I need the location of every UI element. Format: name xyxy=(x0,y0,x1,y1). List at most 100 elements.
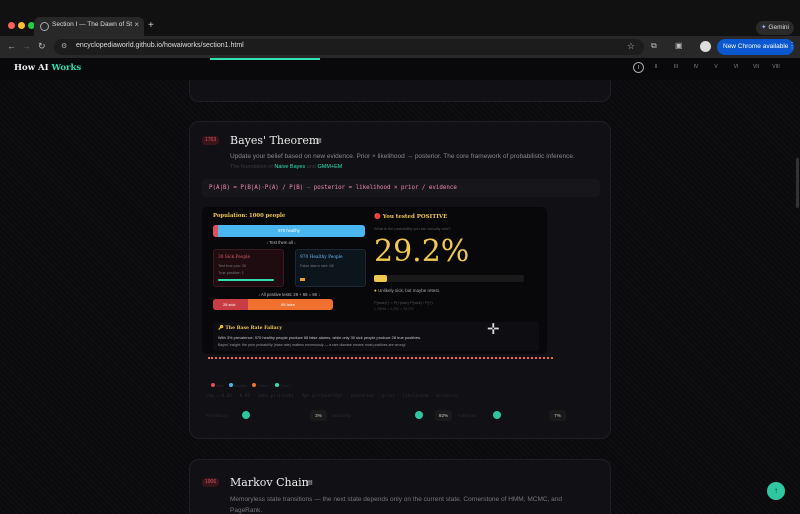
era-link-4[interactable]: IV xyxy=(688,62,704,73)
formula-bar: P(A|B) = P(B|A)·P(A) / P(B) — posterior … xyxy=(202,179,600,197)
fallacy-line-2: Bayes' insight: the prior probability (b… xyxy=(218,343,406,347)
positive-tests-bar: 28 sick 68 false xyxy=(213,299,333,310)
interactive-demo: Population: 1000 people 970 healthy ↓ Te… xyxy=(202,207,547,354)
concept-title: Bayes' Theorem xyxy=(230,134,320,147)
slider-label: Prevalence xyxy=(206,413,227,418)
bookmark-star-icon[interactable]: ☆ xyxy=(627,41,635,52)
healthy-line-1: False alarm rate: 68 xyxy=(300,264,334,268)
gemini-label: Gemini xyxy=(768,24,789,31)
legend-label: Healthy xyxy=(233,383,248,388)
era-link-7[interactable]: VII xyxy=(748,62,764,73)
slider-label: Sensitivity xyxy=(332,413,351,418)
legend-label: True + xyxy=(280,383,292,388)
brand-text: How AI xyxy=(14,63,52,73)
slider-sensitivity[interactable]: Sensitivity xyxy=(332,411,432,421)
formula-separator: — xyxy=(306,185,311,191)
legend-dot xyxy=(211,383,215,387)
gemini-sparkle-icon: ✦ xyxy=(760,24,767,31)
legend: Sick Healthy False + True + xyxy=(206,383,292,388)
concept-title: Markov Chain xyxy=(230,476,309,489)
tab-close-icon[interactable]: × xyxy=(134,20,139,29)
related-prefix: The foundation of xyxy=(230,164,273,170)
divider-dotted xyxy=(208,357,553,359)
gmm-em-link[interactable]: GMM+EM xyxy=(317,164,342,170)
era-link-8[interactable]: VIII xyxy=(768,62,784,73)
document-icon[interactable]: ▤ xyxy=(316,137,322,144)
false-alarm-bar xyxy=(300,278,305,281)
sick-line-1: Test true pos: 30 xyxy=(218,264,247,268)
formula-text: P(A|B) = P(B|A)·P(A) / P(B) xyxy=(209,185,304,191)
population-bar: 970 healthy xyxy=(213,225,365,237)
site-header: How AI Works I II III IV V VI VII VIII xyxy=(0,58,800,80)
sick-line-2: True positive: 1 xyxy=(218,271,244,275)
sick-people-box: 30 Sick People Test true pos: 30 True po… xyxy=(213,249,284,287)
globe-icon xyxy=(40,22,49,31)
tab-title: Section I — The Dawn of Sta... xyxy=(52,21,132,28)
slider-false-positive[interactable]: False pos xyxy=(458,411,508,421)
result-question: What is the probability you are actually… xyxy=(374,226,451,231)
legend-dot xyxy=(275,383,280,387)
fallacy-title: 🔑 The Base Rate Fallacy xyxy=(218,326,283,331)
related-mid: and xyxy=(306,164,316,170)
sidepanel-icon[interactable]: ▣ xyxy=(675,41,683,50)
browser-tab-strip: Section I — The Dawn of Sta... × + ✦Gemi… xyxy=(0,0,800,36)
sick-title: 30 Sick People xyxy=(218,255,251,260)
profile-avatar[interactable] xyxy=(700,41,711,52)
slider-knob[interactable] xyxy=(242,411,250,419)
result-title: 🔴 You tested POSITIVE xyxy=(374,214,448,220)
legend-dot xyxy=(228,383,233,387)
page-content: How AI Works I II III IV V VI VII VIII 1763 Bay… xyxy=(0,58,800,514)
window-minimize-button[interactable] xyxy=(18,22,25,29)
sick-detection-bar xyxy=(218,279,274,281)
verdict: ● Unlikely sick, but maybe retest. xyxy=(374,288,440,293)
true-positive-label: 28 sick xyxy=(223,302,236,307)
reload-icon[interactable]: ↻ xyxy=(38,41,46,52)
era-navigation: I II III IV V VI VII VIII xyxy=(633,62,784,73)
population-title: Population: 1000 people xyxy=(213,213,286,219)
slider-knob[interactable] xyxy=(493,411,501,419)
healthy-label: 970 healthy xyxy=(278,228,300,233)
window-close-button[interactable] xyxy=(8,22,15,29)
lightbulb-icon: ● xyxy=(374,288,377,293)
address-bar[interactable]: ⚙ encyclopediaworld.github.io/howaiworks… xyxy=(54,39,644,55)
era-link-2[interactable]: II xyxy=(648,62,664,73)
slider-prevalence[interactable]: Prevalence xyxy=(206,411,250,421)
chrome-update-button[interactable]: New Chrome available xyxy=(717,39,795,55)
back-icon[interactable]: ← xyxy=(7,41,16,51)
browser-toolbar: ← → ↻ ⚙ encyclopediaworld.github.io/howa… xyxy=(0,36,800,58)
new-tab-button[interactable]: + xyxy=(148,20,154,31)
site-logo[interactable]: How AI Works xyxy=(14,63,81,73)
sensitivity-value: 92% xyxy=(435,410,452,421)
legend-dot xyxy=(252,383,257,387)
legend-label: False + xyxy=(257,383,271,388)
year-badge: 1906 xyxy=(202,478,220,487)
result-percentage: 29.2% xyxy=(374,234,470,269)
prevalence-value: 3% xyxy=(310,410,327,421)
slider-knob[interactable] xyxy=(415,411,423,419)
all-positive-label: ↓ All positive tests: 28 + 68 = 96 ↓ xyxy=(258,292,321,297)
era-link-1[interactable]: I xyxy=(633,62,644,73)
page-scrollbar[interactable] xyxy=(796,158,799,208)
healthy-title: 970 Healthy People xyxy=(300,255,343,260)
formula-explanation: posterior = likelihood × prior / evidenc… xyxy=(313,185,457,191)
browser-menu-icon[interactable]: ⋮ xyxy=(788,41,796,50)
era-link-5[interactable]: V xyxy=(708,62,724,73)
test-all-label: ↓ Test them all ↓ xyxy=(266,240,296,245)
era-link-3[interactable]: III xyxy=(668,62,684,73)
naive-bayes-link[interactable]: Naive Bayes xyxy=(274,164,305,170)
scroll-to-top-button[interactable]: ↑ xyxy=(767,482,785,500)
era-link-6[interactable]: VI xyxy=(728,62,744,73)
document-icon[interactable]: ▤ xyxy=(307,479,313,486)
extensions-icon[interactable]: ⧉ xyxy=(651,41,657,51)
site-info-icon[interactable]: ⚙ xyxy=(61,42,67,50)
code-readout: reg = 0.03 · 0.95 · sens p(+|sick) · fpr… xyxy=(206,394,457,399)
concept-card-markov: 1906 Markov Chain ▤ Memoryless state tra… xyxy=(189,459,611,514)
forward-icon[interactable]: → xyxy=(22,41,31,51)
concept-description: Memoryless state transitions — the next … xyxy=(230,496,563,514)
fallacy-line-1: With 3% prevalence: 970 healthy people p… xyxy=(218,335,422,340)
concept-card-bayes: 1763 Bayes' Theorem ▤ Update your belief… xyxy=(189,121,611,439)
calc-result: = 28/96 = 0.292 = 29.2% xyxy=(374,307,414,311)
reading-progress-bar xyxy=(210,58,320,60)
browser-tab[interactable]: Section I — The Dawn of Sta... × xyxy=(34,17,144,36)
gemini-button[interactable]: ✦ Gemini xyxy=(755,21,794,35)
